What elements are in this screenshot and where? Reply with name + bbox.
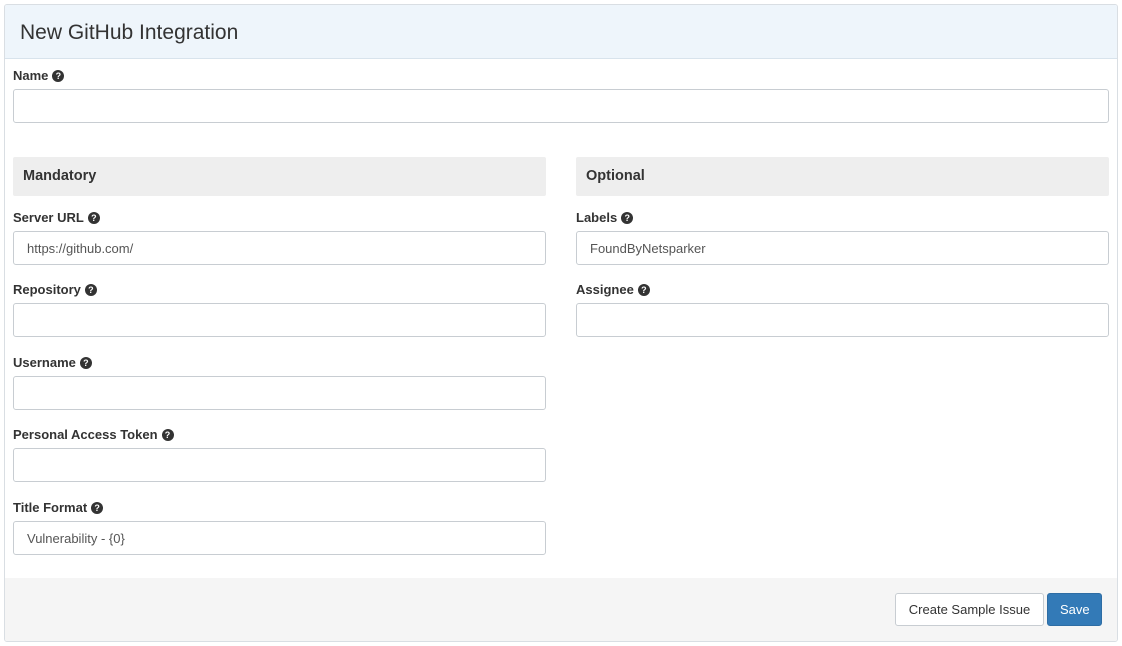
integration-panel: New GitHub Integration Name ? Mandatory … — [4, 4, 1118, 642]
question-circle-icon[interactable]: ? — [91, 502, 104, 514]
question-circle-icon[interactable]: ? — [637, 284, 650, 296]
personal-access-token-input[interactable] — [13, 448, 546, 482]
question-circle-icon[interactable]: ? — [161, 429, 174, 441]
username-input[interactable] — [13, 376, 546, 410]
server-url-label: Server URL ? — [13, 210, 100, 226]
question-circle-icon[interactable]: ? — [52, 70, 65, 82]
personal-access-token-label: Personal Access Token ? — [13, 427, 174, 443]
repository-input[interactable] — [13, 303, 546, 337]
repository-label: Repository ? — [13, 282, 97, 298]
username-label: Username ? — [13, 355, 92, 371]
assignee-input[interactable] — [576, 303, 1109, 337]
title-format-input[interactable] — [13, 521, 546, 555]
mandatory-section-header: Mandatory — [13, 157, 546, 196]
page-title: New GitHub Integration — [20, 21, 239, 44]
assignee-label: Assignee ? — [576, 282, 650, 298]
save-button[interactable]: Save — [1047, 593, 1102, 626]
question-circle-icon[interactable]: ? — [87, 212, 100, 224]
labels-input[interactable] — [576, 231, 1109, 265]
name-input[interactable] — [13, 89, 1109, 123]
labels-label: Labels ? — [576, 210, 634, 226]
title-format-label: Title Format ? — [13, 500, 104, 516]
panel-footer: Create Sample Issue Save — [5, 578, 1117, 641]
name-label: Name ? — [13, 68, 65, 84]
server-url-input[interactable] — [13, 231, 546, 265]
question-circle-icon[interactable]: ? — [84, 284, 97, 296]
create-sample-issue-button[interactable]: Create Sample Issue — [895, 593, 1044, 626]
panel-heading: New GitHub Integration — [5, 5, 1117, 59]
question-circle-icon[interactable]: ? — [79, 357, 92, 369]
question-circle-icon[interactable]: ? — [621, 212, 634, 224]
optional-section-header: Optional — [576, 157, 1109, 196]
